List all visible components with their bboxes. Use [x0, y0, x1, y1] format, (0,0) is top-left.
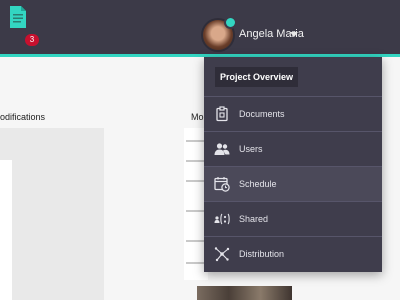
- shared-icon: [214, 213, 230, 225]
- section-title-right: Mo: [191, 112, 204, 122]
- document-logo-icon[interactable]: [10, 6, 26, 28]
- text-line: [186, 160, 204, 162]
- notification-badge[interactable]: 3: [25, 34, 39, 46]
- distribution-icon: [214, 247, 230, 262]
- menu-item-label: Shared: [239, 214, 269, 224]
- text-line: [186, 180, 204, 182]
- text-line: [186, 210, 204, 212]
- top-bar: 3 Angela Maria: [0, 0, 400, 54]
- thumbnail-image: [197, 286, 292, 300]
- menu-item-label: Users: [239, 144, 263, 154]
- user-dropdown-menu: Project Overview Documents Users Schedul…: [204, 57, 382, 272]
- text-line: [186, 240, 204, 242]
- menu-item-label: Distribution: [239, 249, 285, 259]
- calendar-clock-icon: [214, 177, 230, 192]
- menu-item-distribution[interactable]: Distribution: [204, 236, 382, 272]
- text-line: [186, 140, 204, 142]
- online-status-icon: [226, 18, 235, 27]
- menu-item-shared[interactable]: Shared: [204, 201, 382, 236]
- menu-item-label: Schedule: [239, 179, 277, 189]
- document-preview: [0, 160, 12, 300]
- menu-item-label: Documents: [239, 109, 285, 119]
- clipboard-icon: [216, 106, 228, 122]
- menu-item-schedule[interactable]: Schedule: [204, 166, 382, 201]
- text-line: [186, 262, 204, 264]
- modifications-panel: [0, 128, 104, 300]
- menu-item-documents[interactable]: Documents: [204, 96, 382, 131]
- users-icon: [214, 143, 230, 155]
- menu-item-users[interactable]: Users: [204, 131, 382, 166]
- menu-title: Project Overview: [215, 67, 299, 87]
- section-title-modifications: odifications: [0, 112, 46, 122]
- chevron-down-icon[interactable]: [290, 32, 298, 37]
